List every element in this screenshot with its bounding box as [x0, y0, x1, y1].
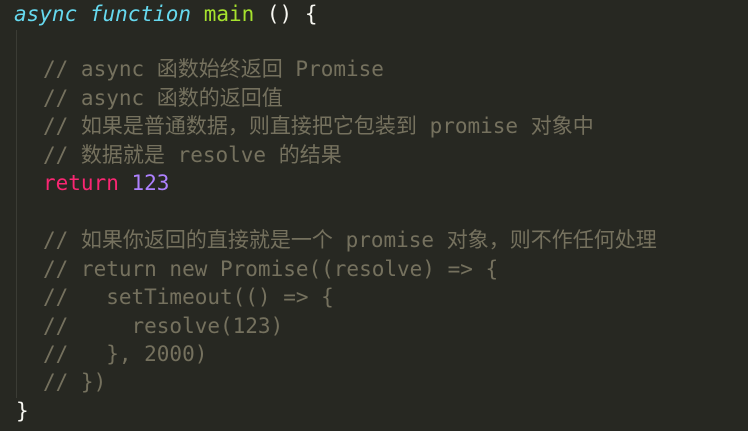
comment-line: // }, 2000)	[43, 342, 208, 366]
code-line-1: async function main () {	[14, 0, 317, 28]
function-name: main	[203, 2, 255, 26]
comment-line: // resolve(123)	[43, 314, 284, 338]
async-keyword: async	[14, 2, 78, 26]
indent-guide	[16, 30, 17, 398]
return-value: 123	[131, 171, 170, 195]
comment-line: // 数据就是 resolve 的结果	[43, 143, 342, 167]
comment-line: // async 函数的返回值	[43, 86, 283, 110]
code-editor[interactable]: async function main () { // async 函数始终返回…	[0, 0, 748, 431]
return-line: return 123	[43, 169, 169, 197]
comment-line: // return new Promise((resolve) => {	[43, 257, 499, 281]
comment-line: // 如果是普通数据，则直接把它包装到 promise 对象中	[43, 114, 594, 138]
comment-line: // async 函数始终返回 Promise	[43, 57, 384, 81]
closing-brace: }	[16, 399, 29, 423]
comment-line: // 如果你返回的直接就是一个 promise 对象，则不作任何处理	[43, 228, 657, 252]
comment-line: // })	[43, 370, 107, 394]
comment-line: // setTimeout(() => {	[43, 285, 334, 309]
function-signature-rest: () {	[254, 2, 318, 26]
function-keyword: function	[89, 2, 192, 26]
return-keyword: return	[43, 171, 119, 195]
